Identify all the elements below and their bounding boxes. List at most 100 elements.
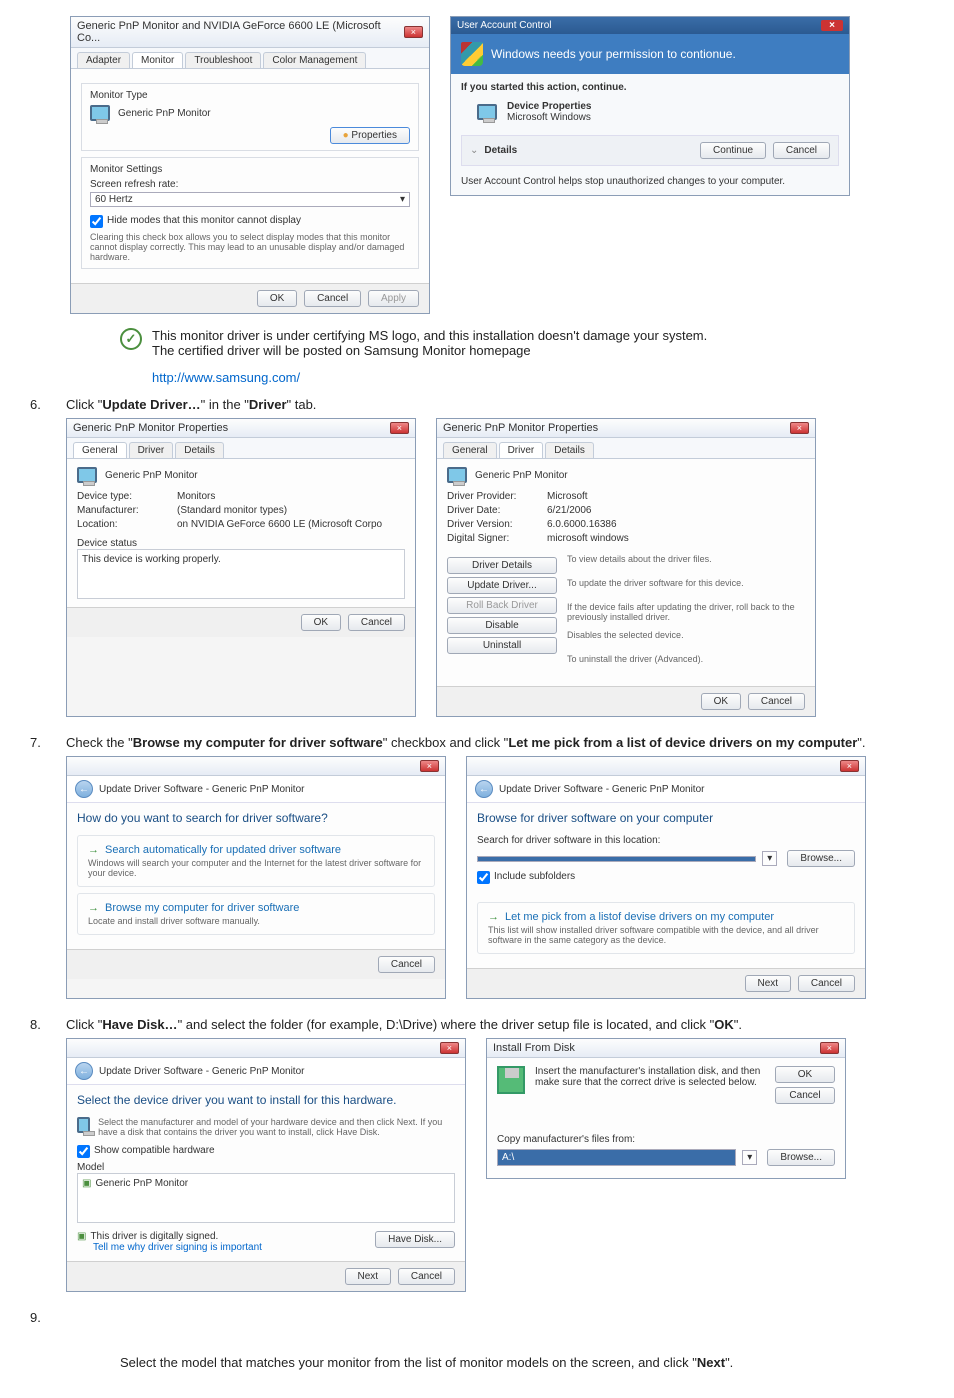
ok-button[interactable]: OK [301, 614, 341, 631]
driver-details-button[interactable]: Driver Details [447, 557, 557, 574]
ok-button[interactable]: OK [257, 290, 297, 307]
path-input[interactable] [477, 856, 756, 862]
cancel-button[interactable]: Cancel [304, 290, 361, 307]
browse-computer-option[interactable]: →Browse my computer for driver software … [77, 893, 435, 935]
device-status-box: This device is working properly. [77, 549, 405, 599]
monitor-name: Generic PnP Monitor [118, 108, 211, 119]
uac-title: User Account Control × [451, 17, 849, 34]
next-button[interactable]: Next [345, 1268, 392, 1285]
show-compatible-checkbox[interactable] [77, 1145, 90, 1158]
cancel-button[interactable]: Cancel [348, 614, 405, 631]
step6-number: 6. [30, 397, 54, 717]
close-icon[interactable]: × [790, 422, 809, 434]
checkmark-icon: ✓ [120, 328, 142, 350]
details-toggle[interactable]: Details [484, 145, 517, 156]
model-list[interactable]: ▣ Generic PnP Monitor [77, 1173, 455, 1223]
samsung-link[interactable]: http://www.samsung.com/ [152, 370, 707, 385]
tab-driver[interactable]: Driver [499, 442, 544, 458]
back-icon[interactable]: ← [75, 1062, 93, 1080]
continue-button[interactable]: Continue [700, 142, 766, 159]
tab-driver[interactable]: Driver [129, 442, 174, 458]
update-wizard-search-dialog: × ← Update Driver Software - Generic PnP… [66, 756, 446, 999]
ok-button[interactable]: OK [701, 693, 741, 710]
close-icon[interactable]: × [390, 422, 409, 434]
step7-number: 7. [30, 735, 54, 999]
title-text: Install From Disk [493, 1042, 575, 1054]
back-icon[interactable]: ← [475, 780, 493, 798]
close-icon[interactable]: × [440, 1042, 459, 1054]
monitor-icon [90, 105, 110, 121]
properties-button[interactable]: ● Properties [330, 127, 410, 144]
note-line2: The certified driver will be posted on S… [152, 343, 707, 358]
arrow-right-icon: → [88, 902, 99, 914]
uac-banner-text: Windows needs your permission to contion… [491, 47, 736, 61]
close-icon[interactable]: × [820, 1042, 839, 1054]
search-location-label: Search for driver software in this locat… [477, 835, 855, 846]
disable-button[interactable]: Disable [447, 617, 557, 634]
refresh-rate-dropdown[interactable]: 60 Hertz ▾ [90, 192, 410, 207]
close-icon[interactable]: × [420, 760, 439, 772]
search-auto-option[interactable]: →Search automatically for updated driver… [77, 835, 435, 887]
close-icon[interactable]: × [840, 760, 859, 772]
let-me-pick-option[interactable]: →Let me pick from a listof devise driver… [477, 902, 855, 954]
dialog-title: Generic PnP Monitor and NVIDIA GeForce 6… [71, 17, 429, 48]
tab-details[interactable]: Details [545, 442, 594, 458]
hide-modes-desc: Clearing this check box allows you to se… [90, 232, 410, 262]
floppy-icon [497, 1066, 525, 1094]
device-name: Generic PnP Monitor [105, 470, 198, 481]
browse-button[interactable]: Browse... [787, 850, 855, 867]
install-instr: Insert the manufacturer's installation d… [535, 1066, 761, 1104]
refresh-rate-label: Screen refresh rate: [90, 179, 410, 190]
note-line1: This monitor driver is under certifying … [152, 328, 707, 343]
tab-general[interactable]: General [73, 442, 127, 458]
rollback-driver-button[interactable]: Roll Back Driver [447, 597, 557, 614]
step8-number: 8. [30, 1017, 54, 1292]
monitor-icon [447, 467, 467, 483]
uac-helps-text: User Account Control helps stop unauthor… [461, 176, 839, 187]
cancel-button[interactable]: Cancel [748, 693, 805, 710]
cancel-button[interactable]: Cancel [773, 142, 830, 159]
properties-driver-dialog: Generic PnP Monitor Properties × General… [436, 418, 816, 717]
uninstall-button[interactable]: Uninstall [447, 637, 557, 654]
cancel-button[interactable]: Cancel [798, 975, 855, 992]
cancel-button[interactable]: Cancel [775, 1087, 835, 1104]
breadcrumb: Update Driver Software - Generic PnP Mon… [99, 784, 304, 795]
device-icon [477, 104, 497, 120]
next-button[interactable]: Next [745, 975, 792, 992]
ok-button[interactable]: OK [775, 1066, 835, 1083]
chevron-down-icon[interactable]: ▾ [762, 851, 777, 866]
have-disk-button[interactable]: Have Disk... [375, 1231, 455, 1248]
close-icon[interactable]: × [404, 26, 423, 38]
title-text: Generic PnP Monitor Properties [443, 422, 598, 434]
monitor-icon [77, 1117, 90, 1133]
title-text: Generic PnP Monitor Properties [73, 422, 228, 434]
select-device-dialog: × ← Update Driver Software - Generic PnP… [66, 1038, 466, 1292]
cancel-button[interactable]: Cancel [398, 1268, 455, 1285]
tab-monitor[interactable]: Monitor [132, 52, 183, 68]
tab-color-management[interactable]: Color Management [263, 52, 366, 68]
tab-general[interactable]: General [443, 442, 497, 458]
chevron-down-icon[interactable]: ⌄ [470, 145, 478, 156]
cancel-button[interactable]: Cancel [378, 956, 435, 973]
chevron-down-icon[interactable]: ▾ [742, 1150, 757, 1165]
device-properties-label: Device Properties [507, 101, 592, 112]
update-driver-button[interactable]: Update Driver... [447, 577, 557, 594]
arrow-right-icon: → [88, 844, 99, 856]
signed-icon: ▣ [82, 1178, 91, 1189]
update-wizard-browse-dialog: × ← Update Driver Software - Generic PnP… [466, 756, 866, 999]
tab-details[interactable]: Details [175, 442, 224, 458]
apply-button[interactable]: Apply [368, 290, 419, 307]
signing-link[interactable]: Tell me why driver signing is important [93, 1242, 262, 1253]
title-text: Generic PnP Monitor and NVIDIA GeForce 6… [77, 20, 404, 44]
back-icon[interactable]: ← [75, 780, 93, 798]
copy-from-label: Copy manufacturer's files from: [497, 1134, 835, 1145]
browse-button[interactable]: Browse... [767, 1149, 835, 1166]
tab-adapter[interactable]: Adapter [77, 52, 130, 68]
monitor-settings-label: Monitor Settings [90, 164, 410, 175]
wizard-heading: Browse for driver software on your compu… [477, 811, 855, 825]
close-icon[interactable]: × [821, 20, 843, 31]
hide-modes-checkbox[interactable] [90, 215, 103, 228]
include-subfolders-checkbox[interactable] [477, 871, 490, 884]
copy-path-input[interactable]: A:\ [497, 1149, 736, 1166]
tab-troubleshoot[interactable]: Troubleshoot [185, 52, 261, 68]
